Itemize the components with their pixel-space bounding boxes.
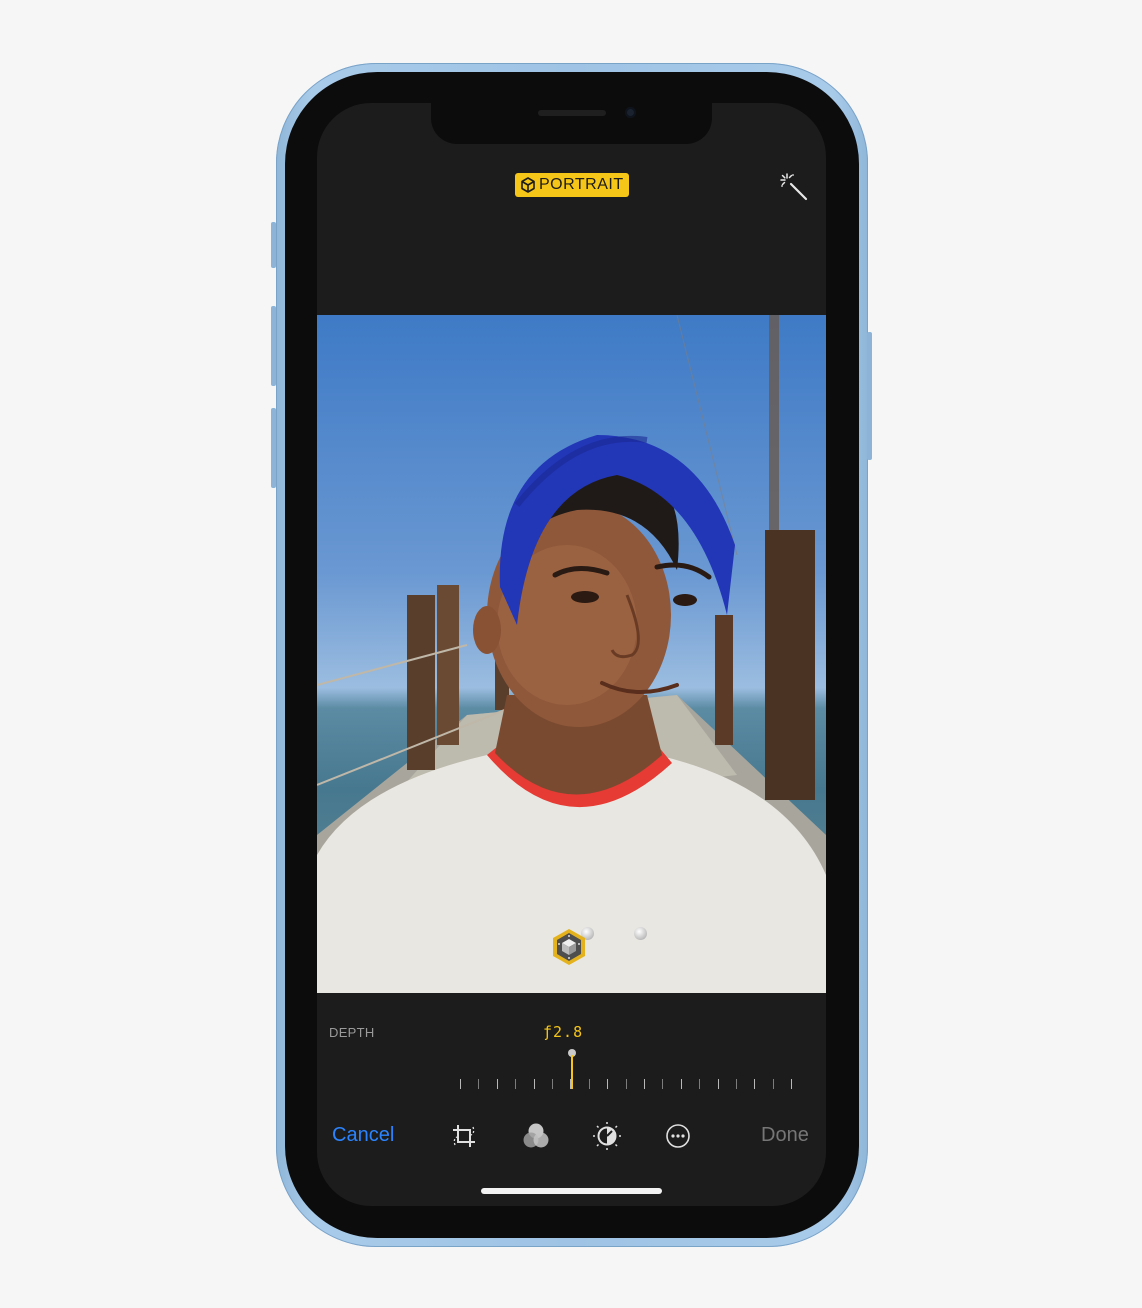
screen: PORTRAIT DEPTH ƒ2.8 Cancel Done <box>317 103 826 1206</box>
magic-wand-icon[interactable] <box>779 172 809 202</box>
filters-icon[interactable] <box>521 1121 551 1151</box>
depth-slider-tick <box>772 1079 774 1089</box>
depth-slider-tick <box>607 1079 609 1089</box>
photo-illustration <box>317 315 826 993</box>
depth-slider-tick <box>588 1079 590 1089</box>
depth-slider-tick <box>460 1079 461 1089</box>
depth-slider-tick <box>552 1079 553 1089</box>
front-camera <box>625 107 636 118</box>
crop-rotate-icon[interactable] <box>449 1121 479 1151</box>
volume-down-button <box>271 408 276 488</box>
depth-slider-tick <box>478 1079 480 1089</box>
cancel-button[interactable]: Cancel <box>332 1124 394 1147</box>
adjust-dial-icon[interactable] <box>592 1121 622 1151</box>
depth-slider-tick <box>533 1079 535 1089</box>
depth-slider-tick <box>515 1079 517 1089</box>
depth-slider-tick <box>754 1079 756 1089</box>
depth-slider-tick <box>644 1079 645 1089</box>
portrait-mode-badge[interactable]: PORTRAIT <box>515 173 629 197</box>
portrait-mode-label: PORTRAIT <box>539 176 624 193</box>
depth-slider-tick <box>570 1079 572 1089</box>
depth-slider-tick <box>662 1079 664 1089</box>
depth-slider-tick <box>680 1079 682 1089</box>
depth-slider-tick <box>699 1079 701 1089</box>
depth-slider-tick <box>625 1079 627 1089</box>
notch <box>431 103 712 144</box>
mute-switch <box>271 222 276 268</box>
portrait-photo[interactable] <box>317 315 826 993</box>
depth-label: DEPTH <box>329 1025 375 1040</box>
more-icon[interactable] <box>663 1121 693 1151</box>
cube-icon <box>521 177 535 193</box>
home-indicator[interactable] <box>481 1188 662 1194</box>
lighting-cube-icon[interactable] <box>549 927 589 967</box>
depth-slider-tick <box>717 1079 719 1089</box>
volume-up-button <box>271 306 276 386</box>
depth-slider-tick <box>736 1079 737 1089</box>
aperture-value: ƒ2.8 <box>543 1023 584 1041</box>
side-button <box>867 332 872 460</box>
lighting-option-dot[interactable] <box>634 927 647 940</box>
depth-slider-tick <box>496 1079 498 1089</box>
depth-slider[interactable] <box>457 1047 797 1091</box>
earpiece-speaker <box>538 110 606 116</box>
portrait-lighting-selector[interactable] <box>549 927 647 965</box>
done-button[interactable]: Done <box>761 1124 809 1147</box>
depth-slider-tick <box>791 1079 793 1089</box>
